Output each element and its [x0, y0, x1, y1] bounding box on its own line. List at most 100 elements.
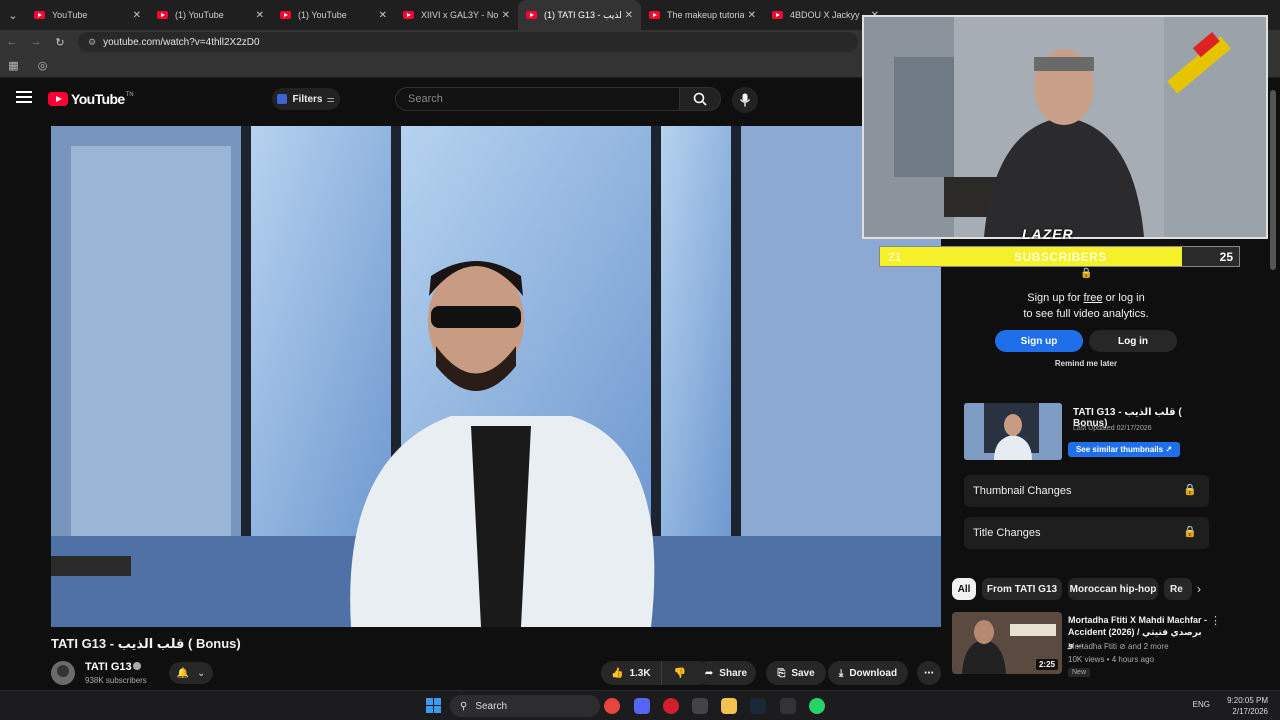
- recommended-channel[interactable]: Mortadha Ftiti ⊘ and 2 more: [1068, 642, 1169, 651]
- youtube-logo[interactable]: YouTube TN: [48, 91, 134, 107]
- file-explorer-icon[interactable]: [721, 698, 737, 714]
- new-badge: New: [1068, 668, 1091, 677]
- browser-tab[interactable]: (1) YouTube ✕: [272, 0, 395, 30]
- chevron-right-icon[interactable]: ›: [1197, 582, 1201, 596]
- download-icon: ⤓: [838, 667, 844, 679]
- microphone-icon: [739, 93, 751, 107]
- save-button[interactable]: ⎘ Save: [766, 661, 826, 685]
- clock-date: 2/17/2026: [1232, 707, 1268, 716]
- webcam-frame: [864, 17, 1266, 237]
- taskbar-search-label: Search: [475, 700, 508, 712]
- thumbnail-changes-row[interactable]: Thumbnail Changes 🔒: [964, 475, 1209, 507]
- browser-tab[interactable]: XIIVI x GAL3Y - No. 0 ✕: [395, 0, 518, 30]
- sign-up-button[interactable]: Sign up: [995, 330, 1083, 352]
- search-icon: [693, 92, 707, 106]
- log-in-button[interactable]: Log in: [1089, 330, 1177, 352]
- browser-tab[interactable]: (1) YouTube ✕: [149, 0, 272, 30]
- reload-icon[interactable]: ↻: [48, 36, 72, 49]
- free-link[interactable]: free: [1084, 292, 1103, 304]
- windows-start-icon[interactable]: [426, 698, 441, 713]
- lock-icon: 🔒: [1183, 484, 1197, 496]
- share-label: Share: [719, 667, 748, 679]
- tray-language[interactable]: ENG: [1193, 700, 1210, 709]
- extension-icon: [277, 94, 288, 104]
- remind-later-link[interactable]: Remind me later: [964, 359, 1208, 368]
- filters-button[interactable]: Filters ⚌: [272, 88, 340, 110]
- whatsapp-icon[interactable]: [809, 698, 825, 714]
- video-player[interactable]: [51, 126, 941, 627]
- system-clock[interactable]: 9:20:05 PM 2/17/2026: [1227, 695, 1268, 717]
- channel-name[interactable]: TATI G13: [85, 661, 132, 673]
- address-bar[interactable]: ⚙ youtube.com/watch?v=4thll2X2zD0: [78, 32, 858, 52]
- thumbnail-image: [964, 403, 1062, 460]
- see-similar-thumbnails-button[interactable]: See similar thumbnails ↗: [1068, 442, 1180, 457]
- search-button[interactable]: [679, 87, 721, 111]
- analytics-line1-post: or log in: [1102, 292, 1145, 304]
- like-count: 1.3K: [629, 667, 651, 679]
- forward-icon[interactable]: →: [24, 36, 48, 48]
- steam-icon[interactable]: [750, 698, 766, 714]
- back-icon[interactable]: ←: [0, 36, 24, 48]
- like-button[interactable]: 👍 1.3K: [601, 661, 662, 685]
- recommended-video[interactable]: 2:25 Mortadha Ftiti X Mahdi Machfar - Ac…: [952, 612, 1222, 682]
- chip-partial[interactable]: Re: [1164, 578, 1192, 600]
- app-icon[interactable]: [780, 698, 796, 714]
- thumbs-up-icon: 👍: [611, 667, 624, 679]
- close-tab-icon[interactable]: ✕: [133, 10, 141, 21]
- search-input[interactable]: Search: [395, 87, 679, 111]
- share-icon: ➦: [704, 667, 714, 679]
- search-placeholder: Search: [408, 93, 443, 105]
- chip-all[interactable]: All: [952, 578, 976, 600]
- verified-icon: [133, 662, 141, 670]
- sliders-icon: ⚌: [326, 93, 335, 104]
- thumbnail-card: TATI G13 - قلب الذيب ( Bonus) Last Updat…: [964, 403, 1210, 461]
- lock-icon: 🔒: [1080, 268, 1093, 279]
- chip-from-channel[interactable]: From TATI G13: [982, 578, 1062, 600]
- close-tab-icon[interactable]: ✕: [748, 10, 756, 21]
- title-changes-row[interactable]: Title Changes 🔒: [964, 517, 1209, 549]
- bookmark-icon: ⎘: [777, 667, 786, 679]
- video-thumbnail[interactable]: [964, 403, 1062, 460]
- site-info-icon[interactable]: ⚙: [88, 37, 96, 48]
- subscriber-count: 938K subscribers: [85, 676, 147, 685]
- close-tab-icon[interactable]: ✕: [625, 10, 633, 21]
- download-button[interactable]: ⤓ Download: [828, 661, 908, 685]
- tab-title: 4BDOU X Jackyy - 5: [790, 10, 867, 20]
- youtube-play-icon: [48, 92, 68, 106]
- recommended-thumbnail[interactable]: 2:25: [952, 612, 1062, 674]
- tab-title: (1) TATI G13 - قلب الذيب: [544, 9, 621, 20]
- voice-search-button[interactable]: [732, 87, 758, 113]
- channel-avatar[interactable]: [51, 661, 75, 685]
- settings-icon[interactable]: [692, 698, 708, 714]
- tab-title: The makeup tutorial: [667, 10, 744, 20]
- menu-icon[interactable]: [16, 91, 32, 103]
- browser-tab[interactable]: The makeup tutorial ✕: [641, 0, 764, 30]
- video-title: TATI G13 - قلب الذيب ( Bonus): [51, 636, 241, 651]
- close-tab-icon[interactable]: ✕: [256, 10, 264, 21]
- browser-tab[interactable]: (1) TATI G13 - قلب الذيب ✕: [518, 0, 641, 30]
- more-actions-button[interactable]: ⋯: [917, 661, 941, 685]
- analytics-message: Sign up for free or log in to see full v…: [964, 290, 1208, 322]
- taskbar-search[interactable]: ⚲ Search: [450, 695, 600, 717]
- youtube-favicon-icon: [403, 11, 414, 19]
- chrome-icon[interactable]: [604, 698, 620, 714]
- title-changes-label: Title Changes: [973, 527, 1041, 539]
- chip-moroccan-hip-hop[interactable]: Moroccan hip-hop: [1068, 578, 1158, 600]
- tab-search-icon[interactable]: ⌄: [0, 0, 26, 30]
- thumbnail-changes-label: Thumbnail Changes: [973, 485, 1072, 497]
- kebab-menu-icon[interactable]: ⋮: [1210, 614, 1221, 627]
- notification-bell-button[interactable]: 🔔 ⌄: [169, 662, 213, 684]
- discord-icon[interactable]: [634, 698, 650, 714]
- close-tab-icon[interactable]: ✕: [379, 10, 387, 21]
- dislike-button[interactable]: 👎: [662, 668, 686, 679]
- page-scrollbar[interactable]: [1270, 90, 1276, 270]
- share-button[interactable]: ➦ Share: [696, 661, 756, 685]
- subscriber-goal-target: 25: [1219, 250, 1233, 264]
- bookmark-icon[interactable]: ◎: [35, 58, 50, 73]
- close-tab-icon[interactable]: ✕: [502, 10, 510, 21]
- youtube-favicon-icon: [649, 11, 660, 19]
- opera-icon[interactable]: [663, 698, 679, 714]
- browser-tab[interactable]: YouTube ✕: [26, 0, 149, 30]
- apps-grid-icon[interactable]: ▦: [6, 58, 21, 73]
- like-dislike-group: 👍 1.3K 👎: [601, 661, 711, 685]
